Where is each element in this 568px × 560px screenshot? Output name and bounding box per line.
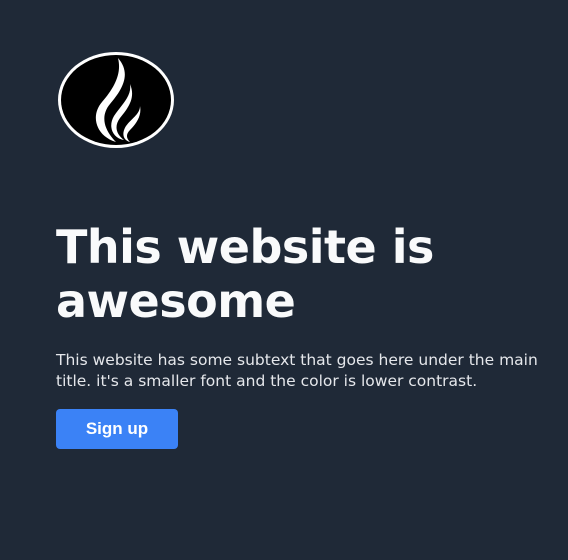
sign-up-button[interactable]: Sign up — [56, 409, 178, 449]
page-title: This website is awesome — [56, 220, 434, 328]
hero-subtext: This website has some subtext that goes … — [56, 351, 538, 390]
flame-logo-icon — [58, 52, 174, 148]
hero-section: This website is awesome This website has… — [56, 50, 568, 449]
